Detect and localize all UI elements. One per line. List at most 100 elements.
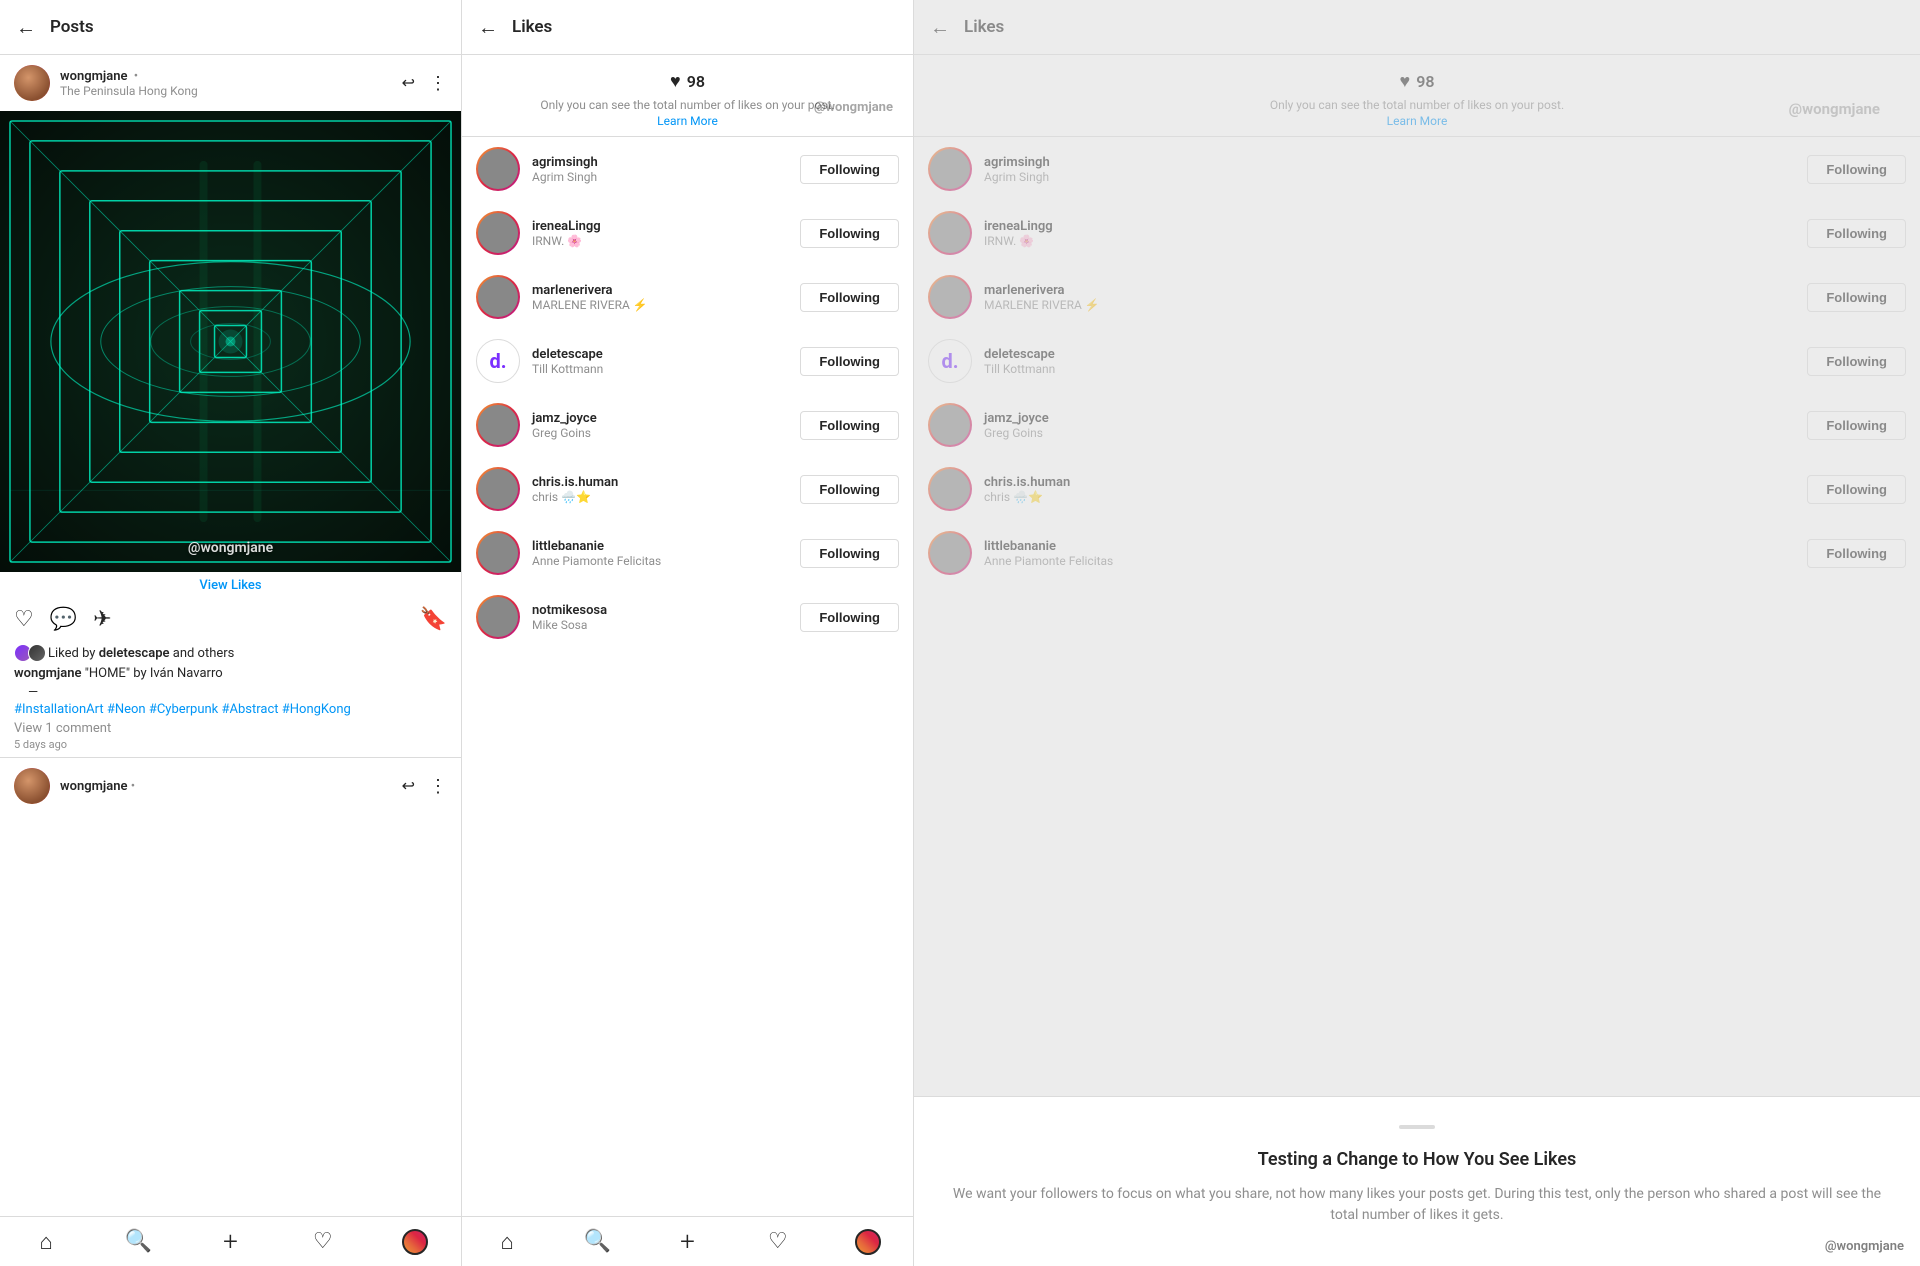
nav-search[interactable]: 🔍 <box>92 1229 184 1254</box>
nav-add-2[interactable]: + <box>642 1227 732 1257</box>
following-button[interactable]: Following <box>1807 411 1906 440</box>
user-handle[interactable]: marlenerivera <box>984 283 1795 298</box>
second-post-avatar[interactable] <box>14 768 50 804</box>
heart-icon: ♥ <box>670 71 681 92</box>
following-button[interactable]: Following <box>1807 219 1906 248</box>
user-avatar[interactable] <box>928 147 972 191</box>
user-handle[interactable]: agrimsingh <box>532 155 788 170</box>
posts-back-button[interactable]: ← <box>16 15 36 40</box>
user-avatar[interactable] <box>476 531 520 575</box>
user-handle[interactable]: deletescape <box>532 347 788 362</box>
user-handle[interactable]: agrimsingh <box>984 155 1795 170</box>
share-button[interactable]: ✈ <box>93 607 111 632</box>
following-button[interactable]: Following <box>1807 155 1906 184</box>
user-fullname: IRNW. 🌸 <box>532 234 788 248</box>
following-button[interactable]: Following <box>800 603 899 632</box>
heart-icon-3: ♥ <box>1400 71 1411 92</box>
following-button[interactable]: Following <box>1807 283 1906 312</box>
view-comments-link[interactable]: View 1 comment <box>14 721 447 736</box>
user-avatar[interactable] <box>928 275 972 319</box>
comment-button[interactable]: 💬 <box>50 607 77 632</box>
user-avatar[interactable]: d. <box>476 339 520 383</box>
user-avatar[interactable] <box>476 467 520 511</box>
user-avatar[interactable] <box>476 211 520 255</box>
user-info: agrimsingh Agrim Singh <box>532 155 788 184</box>
following-button[interactable]: Following <box>1807 539 1906 568</box>
user-fullname: Greg Goins <box>984 426 1795 440</box>
user-handle[interactable]: ireneaLingg <box>532 219 788 234</box>
like-button[interactable]: ♡ <box>14 607 34 632</box>
more-options-button[interactable]: ⋮ <box>429 73 447 94</box>
post-username[interactable]: wongmjane • <box>60 69 198 84</box>
post-hashtags[interactable]: #InstallationArt #Neon #Cyberpunk #Abstr… <box>14 702 447 717</box>
following-button[interactable]: Following <box>800 347 899 376</box>
save-button[interactable]: 🔖 <box>420 607 447 632</box>
user-avatar-wrap <box>476 275 520 319</box>
likes-back-button[interactable]: ← <box>478 15 498 40</box>
likes-overlay-heart-count: ♥ 98 <box>914 71 1920 92</box>
nav-heart-2[interactable]: ♡ <box>733 1229 823 1254</box>
user-avatar[interactable] <box>476 147 520 191</box>
likes-overlay-back-button[interactable]: ← <box>930 15 950 40</box>
user-avatar[interactable]: d. <box>928 339 972 383</box>
post-actions-left: ♡ 💬 ✈ <box>14 607 112 632</box>
user-info: jamz_joyce Greg Goins <box>984 411 1795 440</box>
following-button[interactable]: Following <box>800 155 899 184</box>
following-button[interactable]: Following <box>1807 475 1906 504</box>
user-handle[interactable]: marlenerivera <box>532 283 788 298</box>
user-handle[interactable]: deletescape <box>984 347 1795 362</box>
nav-heart[interactable]: ♡ <box>277 1229 369 1254</box>
user-handle[interactable]: ireneaLingg <box>984 219 1795 234</box>
second-post-username[interactable]: wongmjane • <box>60 779 135 794</box>
user-avatar[interactable] <box>928 211 972 255</box>
nav-home[interactable]: ⌂ <box>0 1229 92 1255</box>
learn-more-link[interactable]: Learn More <box>462 114 913 128</box>
nav-search-2[interactable]: 🔍 <box>552 1229 642 1254</box>
user-fullname: Agrim Singh <box>532 170 788 184</box>
view-likes-link[interactable]: View Likes <box>0 572 461 599</box>
user-avatar-wrap <box>476 595 520 639</box>
post-actions: ♡ 💬 ✈ 🔖 <box>0 599 461 640</box>
user-avatar[interactable] <box>476 595 520 639</box>
user-handle[interactable]: jamz_joyce <box>984 411 1795 426</box>
post-caption-text: wongmjane "HOME" by Iván Navarro <box>14 666 447 681</box>
user-fullname: MARLENE RIVERA ⚡ <box>532 298 788 312</box>
avatar-inner <box>478 597 518 637</box>
list-item: notmikesosa Mike Sosa Following <box>462 585 913 649</box>
user-info: marlenerivera MARLENE RIVERA ⚡ <box>532 283 788 312</box>
nav-home-2[interactable]: ⌂ <box>462 1229 552 1255</box>
following-button[interactable]: Following <box>800 411 899 440</box>
post-image-inner: @wongmjane <box>0 111 461 572</box>
liked-by-text: Liked by deletescape and others <box>48 646 234 661</box>
user-avatar[interactable] <box>476 403 520 447</box>
user-avatar[interactable] <box>928 403 972 447</box>
following-button[interactable]: Following <box>800 539 899 568</box>
user-avatar-wrap <box>476 403 520 447</box>
user-handle[interactable]: jamz_joyce <box>532 411 788 426</box>
following-button[interactable]: Following <box>800 283 899 312</box>
reply-button[interactable]: ↩ <box>402 73 415 93</box>
user-handle[interactable]: chris.is.human <box>984 475 1795 490</box>
user-avatar[interactable] <box>928 531 972 575</box>
learn-more-link-3[interactable]: Learn More <box>914 114 1920 128</box>
user-avatar[interactable] <box>476 275 520 319</box>
user-avatar[interactable] <box>928 467 972 511</box>
user-fullname: Till Kottmann <box>984 362 1795 376</box>
nav-add[interactable]: + <box>184 1227 276 1257</box>
user-handle[interactable]: littlebananie <box>532 539 788 554</box>
user-handle[interactable]: chris.is.human <box>532 475 788 490</box>
likes-panel-overlay: ← Likes ♥ 98 Only you can see the total … <box>914 0 1920 1266</box>
following-button[interactable]: Following <box>1807 347 1906 376</box>
following-button[interactable]: Following <box>800 219 899 248</box>
nav-profile-2[interactable] <box>823 1229 913 1255</box>
post-user-avatar[interactable] <box>14 65 50 101</box>
user-handle[interactable]: notmikesosa <box>532 603 788 618</box>
user-info: chris.is.human chris 🌧️⭐ <box>984 475 1795 504</box>
likes-title: Likes <box>512 17 552 37</box>
second-reply-button[interactable]: ↩ <box>402 776 415 796</box>
second-more-button[interactable]: ⋮ <box>429 776 447 797</box>
user-handle[interactable]: littlebananie <box>984 539 1795 554</box>
user-fullname: IRNW. 🌸 <box>984 234 1795 248</box>
following-button[interactable]: Following <box>800 475 899 504</box>
nav-profile[interactable] <box>369 1229 461 1255</box>
